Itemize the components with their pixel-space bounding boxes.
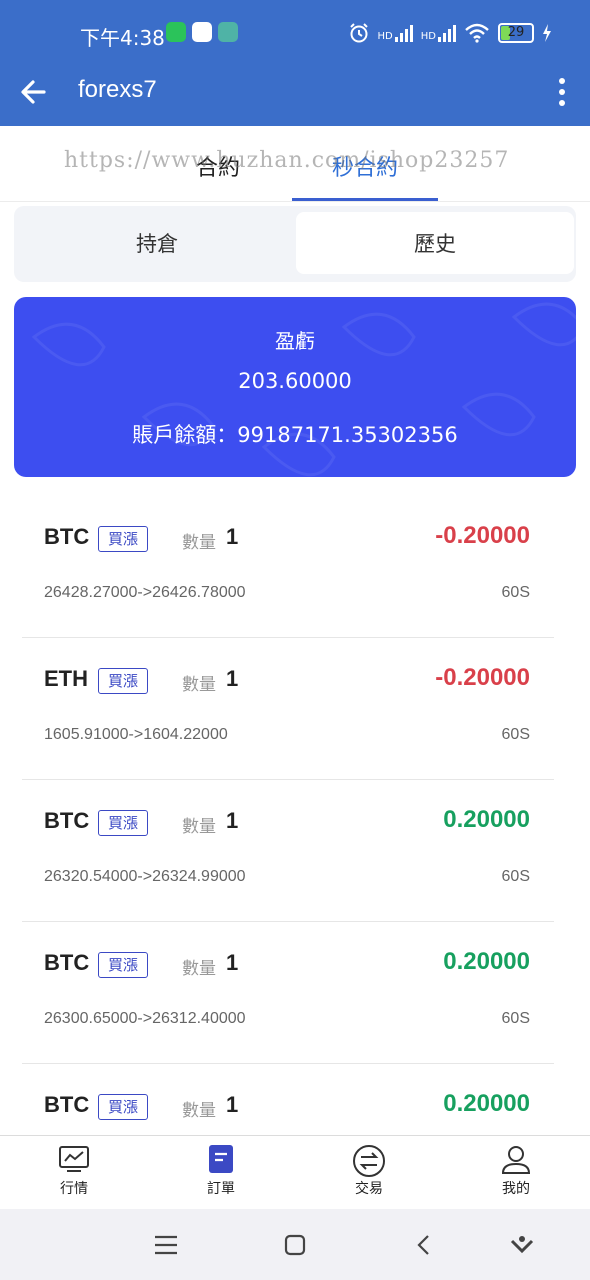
order-duration: 60S	[501, 584, 530, 601]
app-bar: forexs7	[0, 62, 590, 126]
order-duration: 60S	[501, 726, 530, 743]
cellular-signal-icon-2	[438, 24, 456, 42]
bottom-navigation: 行情 訂單 交易 我的	[0, 1135, 590, 1209]
order-list: BTC 買漲 數量 1 -0.20000 26428.27000->26426.…	[22, 496, 554, 1206]
watermark-text: https://www.huzhan.com/ishop23257	[64, 148, 510, 173]
nav-market[interactable]: 行情	[29, 1144, 119, 1198]
order-duration: 60S	[501, 1010, 530, 1027]
battery-icon: 29	[498, 23, 534, 43]
nav-orders-label: 訂單	[207, 1181, 235, 1197]
quantity-label: 數量	[182, 817, 216, 837]
order-direction-badge: 買漲	[98, 526, 149, 552]
wechat-icon	[166, 22, 186, 42]
order-symbol: BTC	[44, 808, 90, 833]
more-menu-icon[interactable]	[556, 74, 568, 110]
home-icon[interactable]	[281, 1231, 309, 1259]
order-row[interactable]: BTC 買漲 數量 1 0.20000 26320.54000->26324.9…	[22, 780, 554, 922]
back-icon[interactable]	[410, 1231, 438, 1259]
order-pnl: 0.20000	[443, 948, 530, 975]
battery-level: 29	[507, 25, 525, 40]
nav-profile-label: 我的	[502, 1181, 530, 1197]
quantity-label: 數量	[182, 1101, 216, 1121]
pnl-value: 203.60000	[238, 369, 352, 393]
shield-icon	[218, 22, 238, 42]
order-symbol: BTC	[44, 524, 90, 549]
position-history-switch: 持倉 歷史	[14, 206, 576, 282]
back-arrow-icon[interactable]	[16, 74, 52, 110]
order-symbol: BTC	[44, 950, 90, 975]
quantity-label: 數量	[182, 675, 216, 695]
menu-icon[interactable]	[152, 1231, 180, 1259]
signal-1: HD	[378, 24, 413, 42]
order-row[interactable]: ETH 買漲 數量 1 -0.20000 1605.91000->1604.22…	[22, 638, 554, 780]
nav-market-label: 行情	[60, 1181, 88, 1197]
hd-label-1: HD	[377, 31, 393, 42]
pnl-summary-card: 盈虧 203.60000 賬戶餘額：99187171.35302356	[14, 297, 576, 477]
quantity-label: 數量	[182, 533, 216, 553]
order-row[interactable]: BTC 買漲 數量 1 -0.20000 26428.27000->26426.…	[22, 496, 554, 638]
charging-icon	[543, 24, 551, 42]
order-prices: 26428.27000->26426.78000	[44, 584, 246, 601]
user-icon	[501, 1146, 531, 1174]
quantity-value: 1	[226, 524, 239, 549]
quantity-value: 1	[226, 1092, 239, 1117]
signal-2: HD	[421, 24, 456, 42]
order-prices: 26320.54000->26324.99000	[44, 868, 246, 885]
quantity-value: 1	[226, 950, 239, 975]
system-navigation-bar	[0, 1209, 590, 1280]
status-bar: 下午4:38 HD HD 29	[0, 0, 590, 62]
pnl-label: 盈虧	[275, 329, 315, 353]
account-balance: 賬戶餘額：99187171.35302356	[132, 423, 458, 447]
nav-trade-label: 交易	[355, 1181, 383, 1197]
quantity-value: 1	[226, 808, 239, 833]
order-pnl: 0.20000	[443, 806, 530, 833]
nav-orders[interactable]: 訂單	[176, 1144, 266, 1198]
status-indicators: HD HD 29	[348, 22, 552, 44]
wifi-icon	[465, 23, 489, 43]
cellular-signal-icon	[394, 24, 413, 42]
top-bar: 下午4:38 HD HD 29 forexs7	[0, 0, 590, 126]
order-direction-badge: 買漲	[98, 810, 149, 836]
assistant-icon[interactable]	[508, 1231, 536, 1259]
status-time: 下午4:38	[80, 26, 165, 50]
order-icon	[209, 1145, 233, 1173]
quantity-label: 數量	[182, 959, 216, 979]
order-direction-badge: 買漲	[98, 1094, 149, 1120]
order-pnl: -0.20000	[435, 664, 530, 691]
hd-label-2: HD	[420, 31, 436, 42]
segment-positions[interactable]: 持倉	[18, 212, 296, 274]
order-symbol: ETH	[44, 666, 88, 691]
nav-trade[interactable]: 交易	[324, 1144, 414, 1198]
app-title: forexs7	[78, 76, 157, 103]
status-app-icons	[166, 22, 238, 42]
segment-history[interactable]: 歷史	[296, 212, 574, 274]
qq-icon	[192, 22, 212, 42]
order-duration: 60S	[501, 868, 530, 885]
chart-icon	[59, 1146, 89, 1172]
alarm-icon	[349, 23, 368, 43]
order-direction-badge: 買漲	[98, 952, 149, 978]
order-direction-badge: 買漲	[98, 668, 149, 694]
active-tab-indicator	[292, 198, 438, 201]
order-prices: 1605.91000->1604.22000	[44, 726, 228, 743]
exchange-icon	[353, 1145, 385, 1177]
order-pnl: -0.20000	[435, 522, 530, 549]
order-prices: 26300.65000->26312.40000	[44, 1010, 246, 1027]
order-pnl: 0.20000	[443, 1090, 530, 1117]
order-row[interactable]: BTC 買漲 數量 1 0.20000 26300.65000->26312.4…	[22, 922, 554, 1064]
nav-profile[interactable]: 我的	[471, 1144, 561, 1198]
quantity-value: 1	[226, 666, 239, 691]
order-symbol: BTC	[44, 1092, 90, 1117]
